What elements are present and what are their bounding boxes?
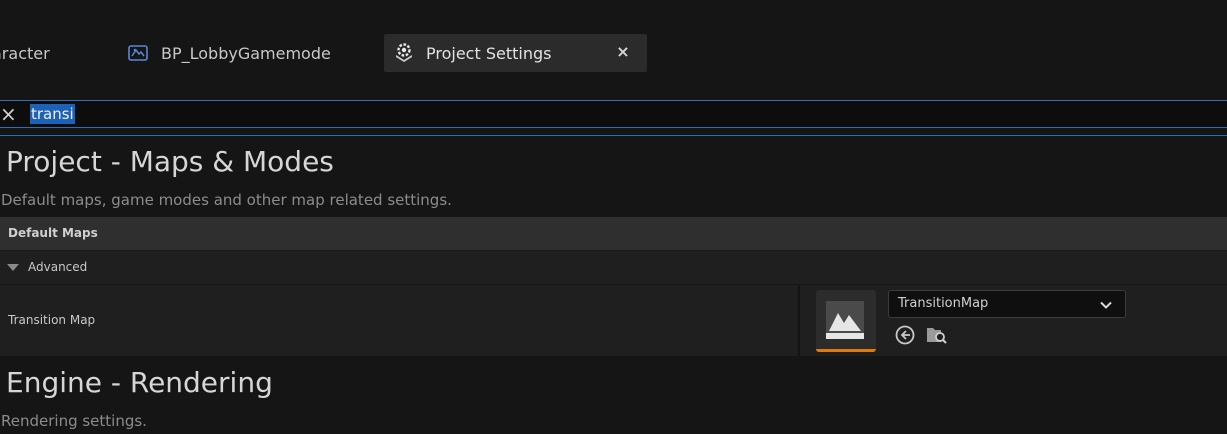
- clear-search-icon[interactable]: ×: [0, 103, 17, 125]
- selected-map-value: TransitionMap: [898, 296, 989, 311]
- close-icon[interactable]: ×: [615, 43, 631, 61]
- column-splitter[interactable]: [798, 285, 800, 356]
- advanced-expander[interactable]: Advanced: [0, 251, 1227, 285]
- asset-thumbnail[interactable]: [816, 290, 876, 352]
- search-input[interactable]: transi: [30, 104, 75, 124]
- section-title-maps-modes: Project - Maps & Modes: [6, 145, 334, 178]
- settings-search-bar: × transi: [0, 100, 1227, 128]
- tab-label: aracter: [0, 43, 50, 63]
- tab-bp-lobby-gamemode[interactable]: BP_LobbyGamemode: [127, 34, 331, 72]
- property-name: Transition Map: [8, 313, 96, 327]
- use-selected-asset-icon[interactable]: [895, 325, 915, 345]
- advanced-label: Advanced: [28, 260, 88, 274]
- settings-icon: [392, 41, 416, 65]
- category-header-default-maps[interactable]: Default Maps: [0, 217, 1227, 251]
- map-asset-icon: [826, 301, 864, 339]
- expand-triangle-icon: [7, 264, 19, 271]
- tab-character[interactable]: aracter: [0, 34, 110, 72]
- chevron-down-icon: [1099, 297, 1113, 311]
- tab-bar: aracter BP_LobbyGamemode Project Setti: [0, 0, 1227, 90]
- asset-type-color-bar: [816, 349, 876, 352]
- project-settings-window: aracter BP_LobbyGamemode Project Setti: [0, 0, 1227, 434]
- category-label: Default Maps: [8, 226, 98, 240]
- divider: [0, 135, 1227, 136]
- tab-project-settings[interactable]: Project Settings ×: [384, 34, 647, 72]
- tab-label: BP_LobbyGamemode: [161, 43, 331, 63]
- property-row-transition-map: Transition Map TransitionMap: [0, 285, 1227, 356]
- section-title-rendering: Engine - Rendering: [6, 366, 273, 399]
- tab-label: Project Settings: [426, 43, 552, 63]
- browse-to-asset-icon[interactable]: [926, 324, 948, 346]
- blueprint-icon: [127, 42, 149, 64]
- section-description-maps-modes: Default maps, game modes and other map r…: [1, 191, 452, 209]
- section-description-rendering: Rendering settings.: [1, 412, 147, 430]
- map-picker-combo[interactable]: TransitionMap: [888, 290, 1126, 318]
